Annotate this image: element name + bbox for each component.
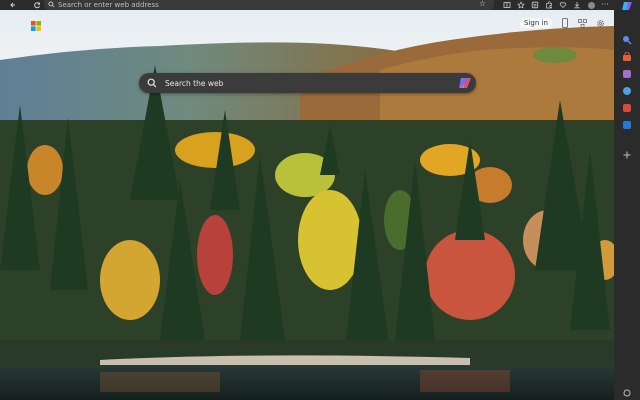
download-icon (574, 2, 580, 9)
search-icon (139, 73, 165, 93)
collections-button[interactable] (528, 0, 542, 10)
background-photo (0, 10, 614, 400)
shopping-icon[interactable] (622, 52, 632, 62)
split-screen-icon (503, 2, 511, 8)
settings-more-button[interactable]: ··· (598, 0, 612, 10)
apps-hierarchy-icon[interactable] (578, 18, 587, 28)
gear-icon[interactable] (596, 19, 605, 28)
refresh-button[interactable] (30, 0, 44, 10)
newtab-header-actions: Sign in (520, 18, 605, 28)
new-tab-page: Sign in Search the web (0, 10, 614, 400)
extensions-button[interactable] (542, 0, 556, 10)
back-arrow-icon (10, 2, 15, 8)
search-sidebar-icon[interactable] (622, 35, 632, 45)
address-input[interactable] (58, 0, 438, 10)
copilot-icon[interactable] (458, 76, 472, 90)
collections-icon (531, 1, 539, 9)
split-screen-button[interactable] (500, 0, 514, 10)
profile-button[interactable] (584, 0, 598, 10)
sidebar-settings-icon[interactable] (622, 388, 632, 398)
browser-essentials-button[interactable] (556, 0, 570, 10)
copilot-sidebar-icon[interactable] (622, 1, 632, 11)
add-sidebar-app-icon[interactable] (622, 150, 632, 160)
sign-in-button[interactable]: Sign in (520, 18, 552, 28)
downloads-button[interactable] (570, 0, 584, 10)
favorites-button[interactable] (514, 0, 528, 10)
puzzle-icon (546, 1, 552, 9)
games-icon[interactable] (622, 86, 632, 96)
tools-icon[interactable] (622, 69, 632, 79)
office-icon[interactable] (622, 103, 632, 113)
outlook-icon[interactable] (622, 120, 632, 130)
address-bar[interactable]: ☆ (44, 0, 494, 10)
toolbar-actions: ··· (500, 0, 612, 10)
back-button[interactable] (6, 0, 20, 10)
favorite-star-icon[interactable]: ☆ (479, 0, 486, 9)
edge-sidebar (614, 0, 640, 400)
microsoft-logo[interactable] (31, 21, 41, 31)
browser-toolbar: ☆ ··· (0, 0, 640, 10)
avatar (587, 1, 595, 9)
more-dots-icon: ··· (601, 0, 609, 9)
phone-icon[interactable] (561, 18, 569, 28)
heart-icon (559, 2, 567, 8)
favorites-icon (517, 1, 525, 9)
search-icon (44, 0, 58, 10)
refresh-icon (34, 2, 40, 9)
search-placeholder: Search the web (165, 78, 224, 88)
web-search-box[interactable]: Search the web (139, 73, 476, 93)
